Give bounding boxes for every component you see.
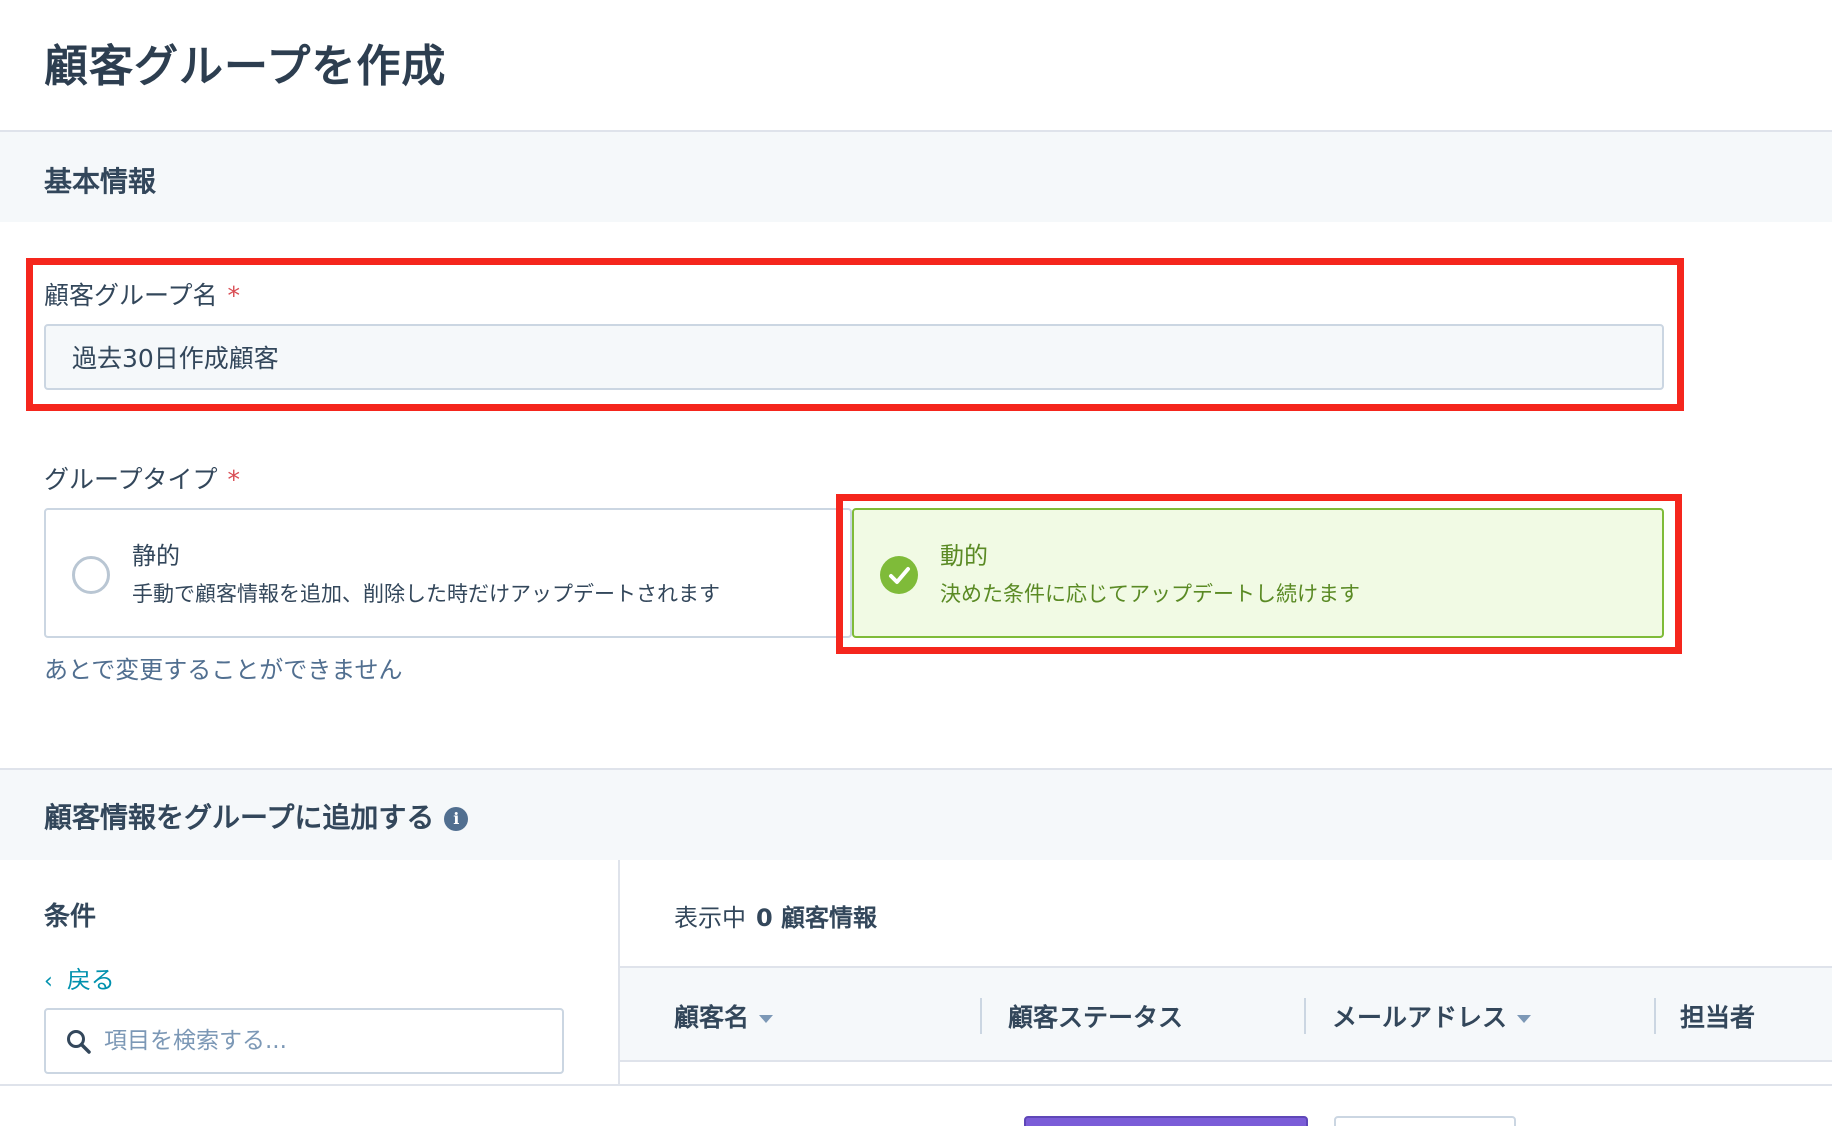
info-icon[interactable]: i (444, 807, 469, 831)
contacts-table-header: 顧客名 顧客ステータス メールアドレス 担当者 (620, 966, 1832, 1062)
back-link[interactable]: ‹ 戻る (44, 960, 115, 995)
required-mark: * (227, 465, 241, 494)
back-link-label: 戻る (66, 966, 115, 994)
option-static-description: 手動で顧客情報を追加、削除した時だけアップデートされます (132, 582, 720, 606)
column-separator (1304, 998, 1306, 1034)
add-contacts-title: 顧客情報をグループに追加する i (44, 796, 469, 836)
group-type-option-static[interactable]: 静的 手動で顧客情報を追加、削除した時だけアップデートされます (44, 508, 852, 638)
group-type-label: グループタイプ * (44, 460, 240, 496)
conditions-title: 条件 (44, 902, 97, 932)
column-header-owner[interactable]: 担当者 (1680, 998, 1755, 1034)
add-contacts-title-text: 顧客情報をグループに追加する (44, 801, 435, 834)
page-title: 顧客グループを作成 (44, 41, 447, 92)
primary-action-button[interactable] (1024, 1116, 1308, 1126)
chevron-left-icon: ‹ (44, 969, 53, 994)
column-name-label: 顧客名 (674, 1003, 750, 1032)
results-count-value: 0 顧客情報 (756, 904, 878, 932)
basic-info-title: 基本情報 (44, 165, 157, 198)
column-email-label: メールアドレス (1332, 1003, 1508, 1032)
footer-divider (0, 1084, 1832, 1086)
radio-unchecked-icon[interactable] (72, 556, 110, 594)
results-count: 表示中 0 顧客情報 (674, 898, 877, 933)
sort-caret-icon (1517, 1015, 1532, 1023)
group-type-help-text: あとで変更することができません (44, 656, 403, 684)
column-status-label: 顧客ステータス (1008, 1003, 1184, 1032)
column-owner-label: 担当者 (1680, 1003, 1756, 1032)
highlight-box-dynamic-option (836, 494, 1682, 654)
property-search-input[interactable] (104, 1020, 544, 1062)
group-type-label-text: グループタイプ (44, 465, 218, 494)
column-separator (980, 998, 982, 1034)
search-icon (67, 1030, 91, 1054)
column-header-name[interactable]: 顧客名 (674, 998, 774, 1034)
basic-info-section-header: 基本情報 (0, 132, 1832, 222)
column-header-status[interactable]: 顧客ステータス (1008, 998, 1183, 1034)
column-separator (1654, 998, 1656, 1034)
highlight-box-group-name (26, 258, 1684, 411)
secondary-action-button[interactable] (1334, 1116, 1516, 1126)
add-contacts-section-header: 顧客情報をグループに追加する i (0, 770, 1832, 860)
option-static-title: 静的 (132, 542, 180, 570)
column-header-email[interactable]: メールアドレス (1332, 998, 1532, 1034)
results-count-prefix: 表示中 (674, 904, 746, 932)
sort-caret-icon (759, 1015, 774, 1023)
property-search-box[interactable] (44, 1008, 564, 1074)
